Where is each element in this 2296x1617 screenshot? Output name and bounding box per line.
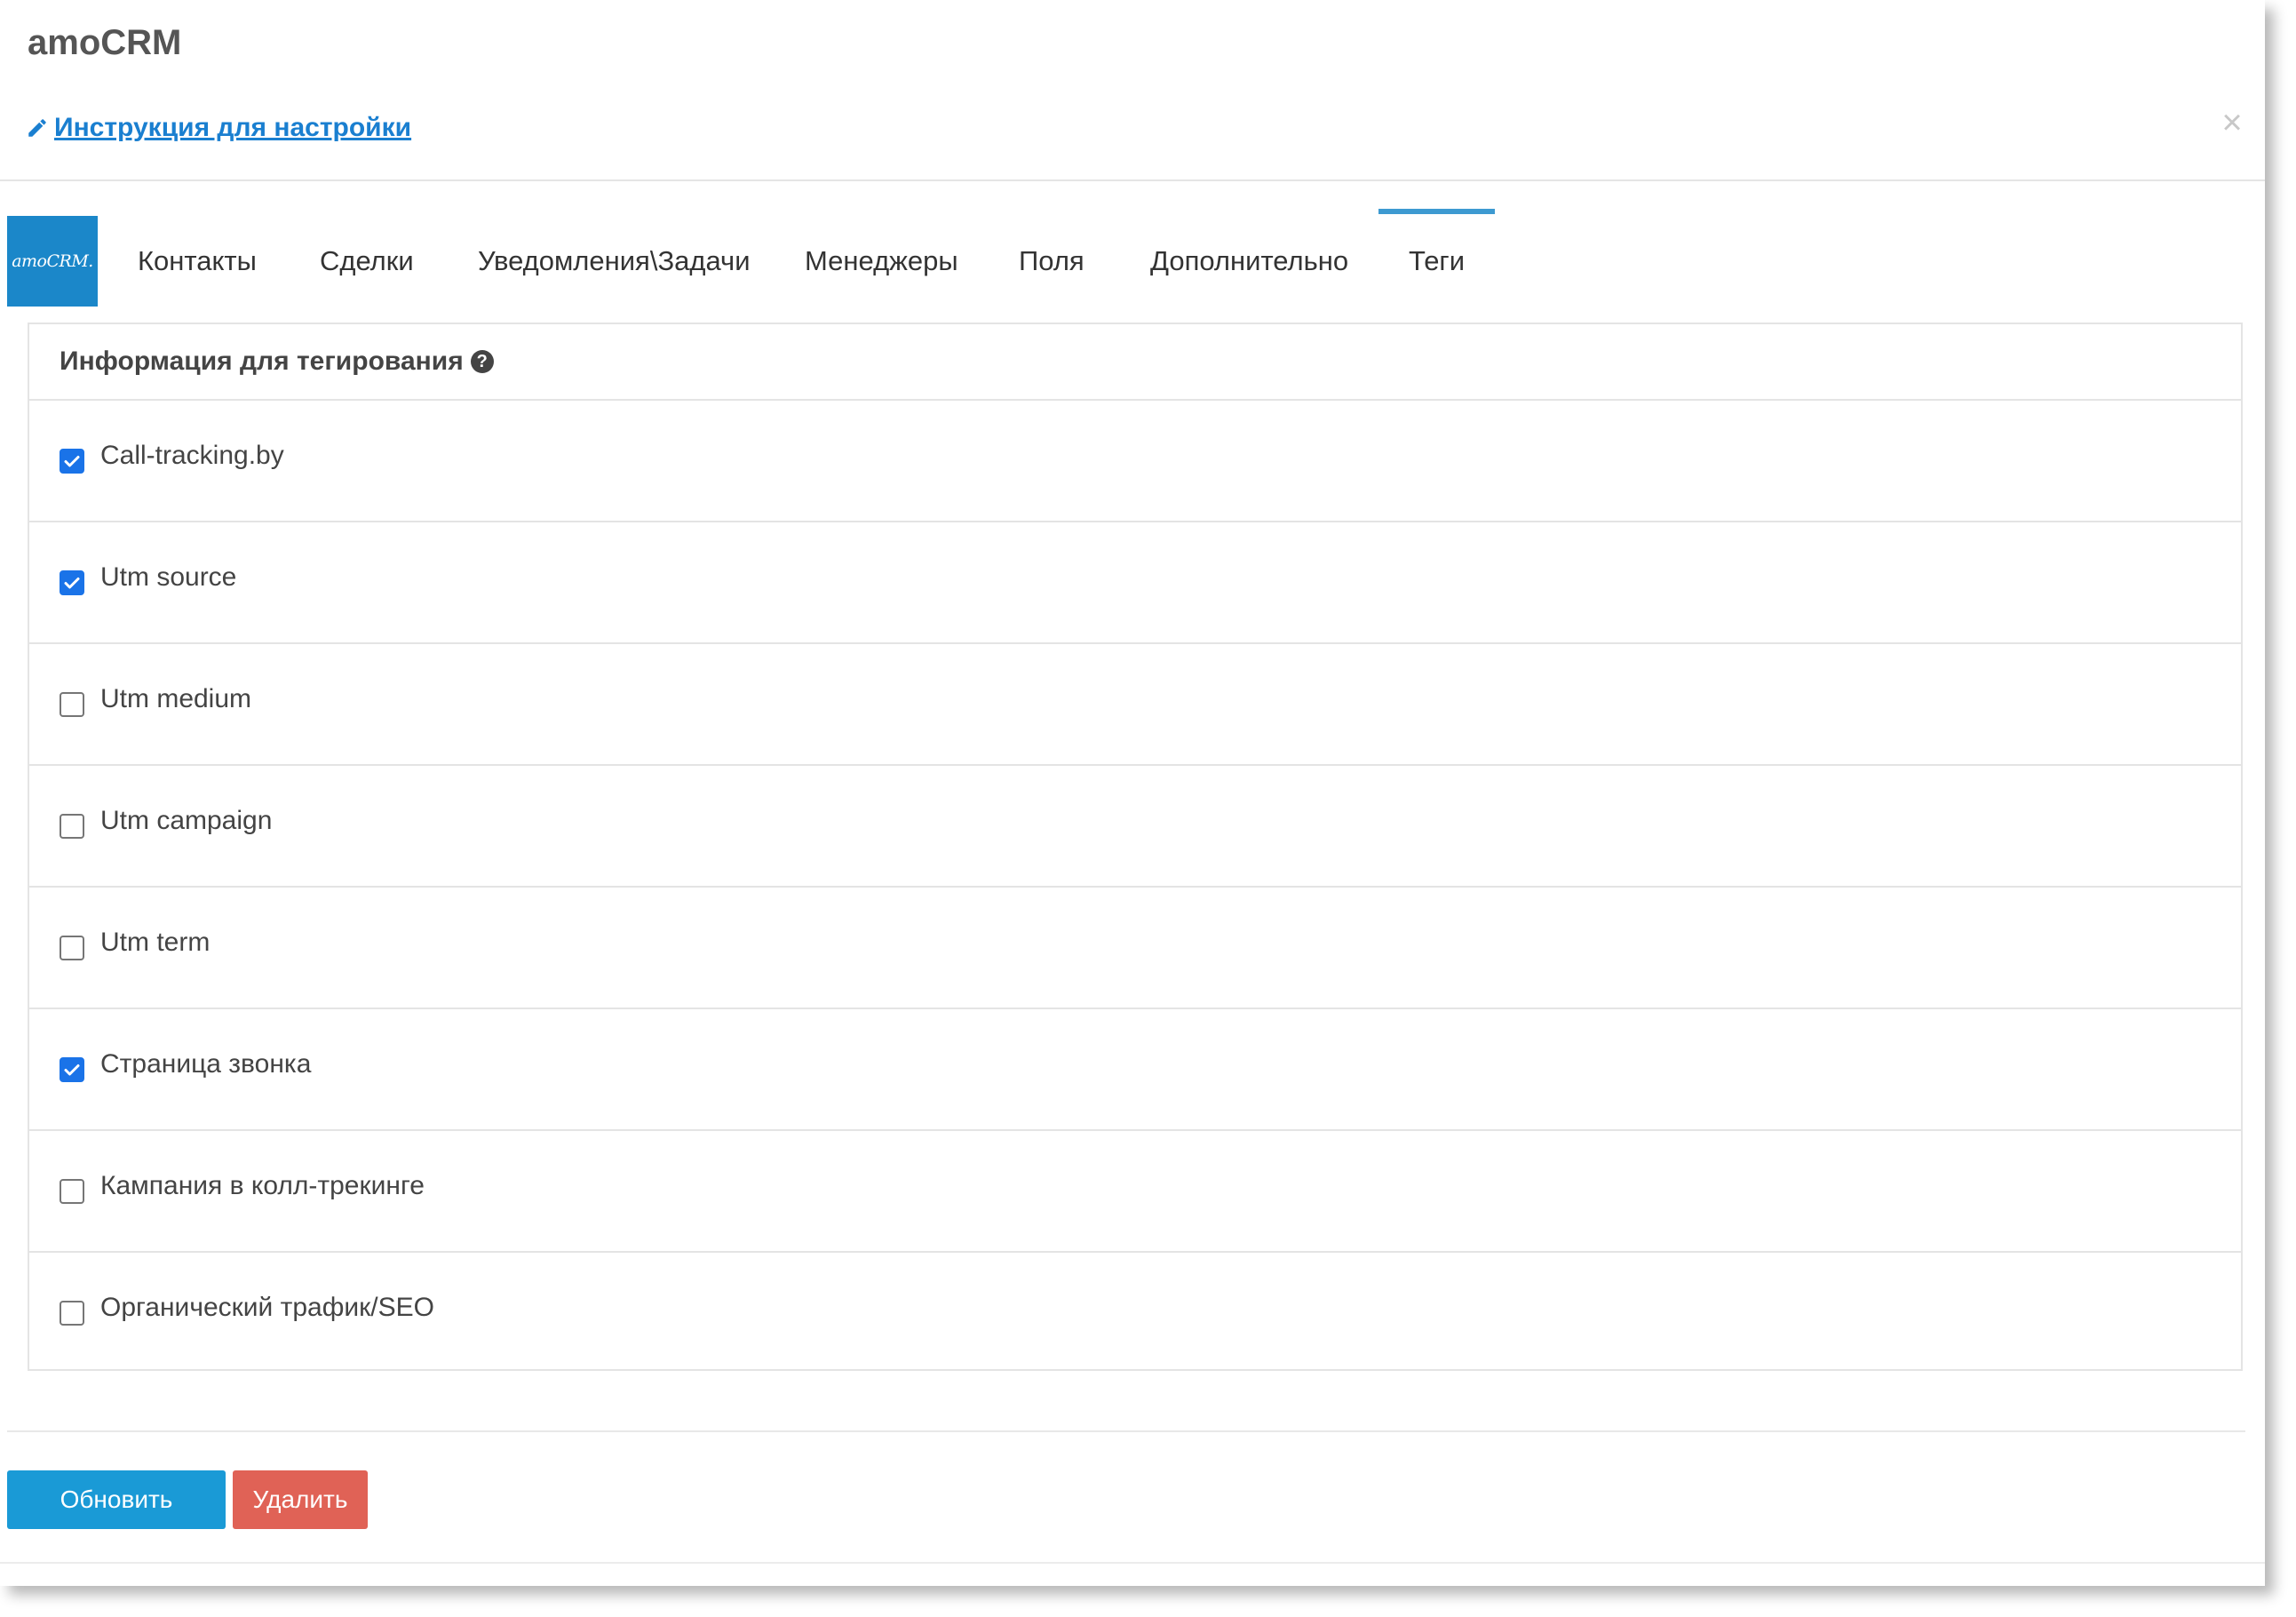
modal-header: amoCRM Инструкция для настройки × — [0, 0, 2265, 181]
option-label[interactable]: Кампания в колл-трекинге — [100, 1168, 425, 1204]
logo-text: amoCRM. — [12, 251, 93, 271]
panel-heading: Информация для тегирования ? — [29, 324, 2241, 401]
option-row: Call-tracking.by — [29, 401, 2241, 522]
option-row: Органический трафик/SEO — [29, 1253, 2241, 1374]
tab-deals[interactable]: Сделки — [320, 216, 414, 307]
amocrm-logo[interactable]: amoCRM. — [7, 216, 98, 307]
checkmark-icon — [64, 456, 80, 467]
instruction-link-label[interactable]: Инструкция для настройки — [54, 110, 411, 146]
tab-additional[interactable]: Дополнительно — [1150, 216, 1348, 307]
footer-divider — [7, 1430, 2245, 1432]
option-label[interactable]: Страница звонка — [100, 1047, 311, 1082]
tab-managers[interactable]: Менеджеры — [805, 216, 958, 307]
option-label[interactable]: Call-tracking.by — [100, 438, 284, 474]
option-checkbox[interactable] — [60, 692, 84, 717]
option-label[interactable]: Utm campaign — [100, 803, 272, 839]
app-title: amoCRM — [28, 23, 182, 62]
option-label[interactable]: Utm term — [100, 925, 210, 960]
option-checkbox[interactable] — [60, 1301, 84, 1326]
pencil-icon — [28, 119, 46, 137]
option-checkbox[interactable] — [60, 570, 84, 595]
option-row: Utm campaign — [29, 766, 2241, 888]
option-row: Страница звонка — [29, 1009, 2241, 1131]
option-label[interactable]: Utm medium — [100, 681, 251, 717]
settings-modal: amoCRM Инструкция для настройки × amoCRM… — [0, 0, 2265, 1586]
option-label[interactable]: Utm source — [100, 560, 236, 595]
tagging-panel: Информация для тегирования ? Call-tracki… — [28, 323, 2243, 1371]
panel-heading-text: Информация для тегирования — [60, 346, 464, 376]
checkmark-icon — [64, 578, 80, 589]
option-checkbox[interactable] — [60, 1179, 84, 1204]
tab-contacts[interactable]: Контакты — [138, 216, 257, 307]
option-label[interactable]: Органический трафик/SEO — [100, 1290, 434, 1326]
option-checkbox[interactable] — [60, 1057, 84, 1082]
close-icon[interactable]: × — [2219, 105, 2245, 140]
tab-tags[interactable]: Теги — [1378, 209, 1496, 307]
option-row: Кампания в колл-трекинге — [29, 1131, 2241, 1253]
option-checkbox[interactable] — [60, 936, 84, 960]
tabs-bar: amoCRM. Контакты Сделки Уведомления\Зада… — [7, 209, 2245, 307]
option-checkbox[interactable] — [60, 449, 84, 474]
option-row: Utm medium — [29, 644, 2241, 766]
option-checkbox[interactable] — [60, 814, 84, 839]
update-button[interactable]: Обновить — [7, 1470, 226, 1529]
question-circle-icon[interactable]: ? — [470, 350, 494, 373]
checkmark-icon — [64, 1064, 80, 1076]
bottom-divider — [0, 1562, 2265, 1564]
delete-button[interactable]: Удалить — [233, 1470, 368, 1529]
tab-fields[interactable]: Поля — [1019, 216, 1084, 307]
option-row: Utm term — [29, 888, 2241, 1009]
options-list: Call-tracking.by Utm source Utm medium Utm … — [29, 401, 2241, 1374]
tab-notifications-tasks[interactable]: Уведомления\Задачи — [478, 216, 751, 307]
option-row: Utm source — [29, 522, 2241, 644]
instruction-link[interactable]: Инструкция для настройки — [26, 110, 411, 146]
